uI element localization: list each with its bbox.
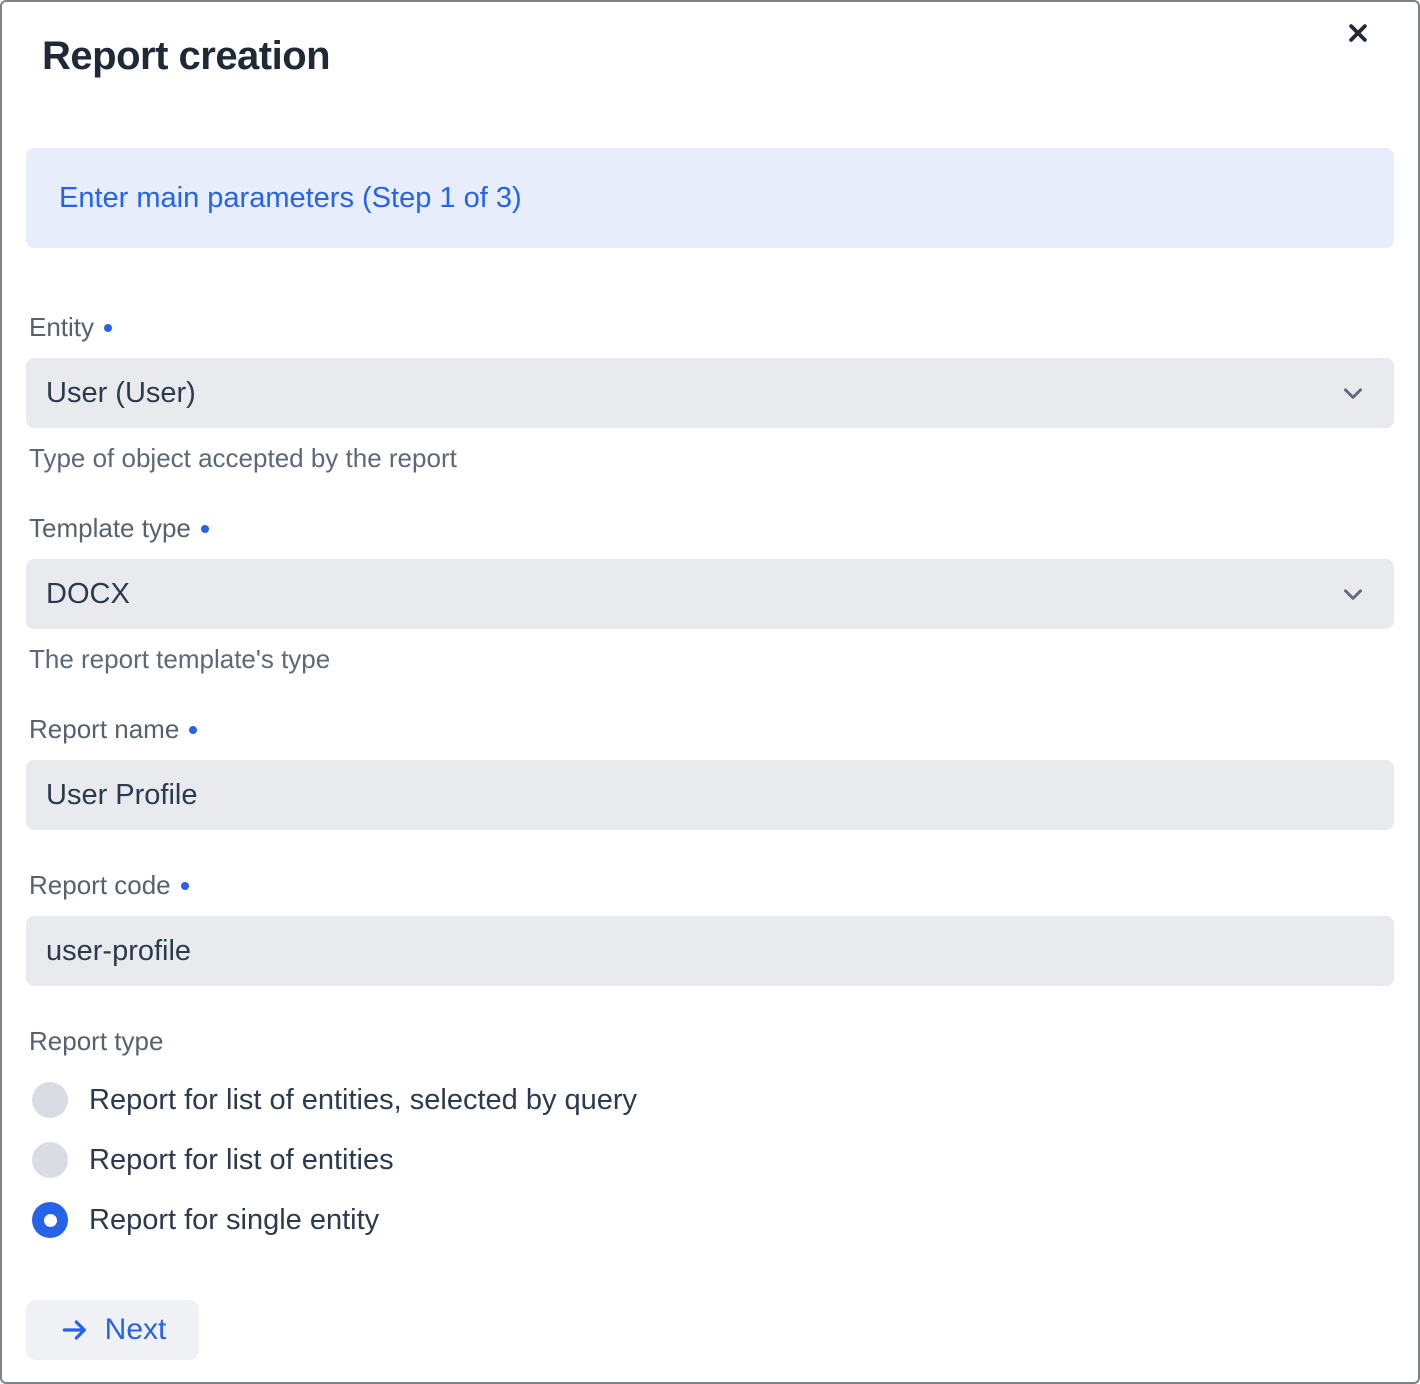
close-button[interactable] bbox=[1332, 8, 1384, 60]
radio-option-label: Report for single entity bbox=[89, 1204, 379, 1237]
report-code-field-section: Report code user-profile bbox=[26, 870, 1394, 986]
radio-button-icon bbox=[32, 1202, 68, 1238]
dialog-title: Report creation bbox=[42, 32, 1394, 80]
next-button-label: Next bbox=[105, 1313, 167, 1347]
template-type-label: Template type bbox=[29, 513, 1394, 543]
close-icon bbox=[1343, 18, 1373, 51]
entity-helper-text: Type of object accepted by the report bbox=[29, 443, 1394, 473]
chevron-down-icon bbox=[1338, 378, 1368, 408]
entity-label-text: Entity bbox=[29, 312, 94, 342]
template-type-select[interactable]: DOCX bbox=[26, 559, 1394, 629]
report-name-input-value: User Profile bbox=[46, 779, 1368, 812]
entity-field-section: Entity User (User) Type of object accept… bbox=[26, 312, 1394, 473]
required-indicator bbox=[201, 525, 209, 533]
entity-select[interactable]: User (User) bbox=[26, 358, 1394, 428]
entity-select-value: User (User) bbox=[46, 377, 1338, 410]
radio-button-icon bbox=[32, 1082, 68, 1118]
radio-option-label: Report for list of entities bbox=[89, 1144, 394, 1177]
template-type-field-section: Template type DOCX The report template's… bbox=[26, 513, 1394, 674]
report-creation-dialog: Report creation Enter main parameters (S… bbox=[0, 0, 1420, 1384]
entity-label: Entity bbox=[29, 312, 1394, 342]
report-name-label: Report name bbox=[29, 714, 1394, 744]
required-indicator bbox=[104, 324, 112, 332]
report-code-label: Report code bbox=[29, 870, 1394, 900]
template-type-helper-text: The report template's type bbox=[29, 644, 1394, 674]
radio-option-list-of-entities[interactable]: Report for list of entities bbox=[26, 1130, 1394, 1190]
required-indicator bbox=[189, 726, 197, 734]
template-type-label-text: Template type bbox=[29, 513, 191, 543]
dialog-header: Report creation bbox=[26, 2, 1394, 80]
radio-option-single-entity[interactable]: Report for single entity bbox=[26, 1190, 1394, 1250]
report-code-input-value: user-profile bbox=[46, 935, 1368, 968]
required-indicator bbox=[181, 882, 189, 890]
chevron-down-icon bbox=[1338, 579, 1368, 609]
step-banner-text: Enter main parameters (Step 1 of 3) bbox=[59, 182, 522, 215]
template-type-select-value: DOCX bbox=[46, 578, 1338, 611]
report-type-group-label: Report type bbox=[29, 1026, 1394, 1056]
radio-option-list-by-query[interactable]: Report for list of entities, selected by… bbox=[26, 1070, 1394, 1130]
report-code-input[interactable]: user-profile bbox=[26, 916, 1394, 986]
report-name-field-section: Report name User Profile bbox=[26, 714, 1394, 830]
report-name-label-text: Report name bbox=[29, 714, 179, 744]
next-button[interactable]: Next bbox=[26, 1300, 199, 1360]
report-name-input[interactable]: User Profile bbox=[26, 760, 1394, 830]
radio-option-label: Report for list of entities, selected by… bbox=[89, 1084, 637, 1117]
step-banner: Enter main parameters (Step 1 of 3) bbox=[26, 148, 1394, 248]
arrow-right-icon bbox=[59, 1314, 91, 1346]
report-code-label-text: Report code bbox=[29, 870, 171, 900]
report-type-group: Report type Report for list of entities,… bbox=[26, 1026, 1394, 1250]
radio-button-icon bbox=[32, 1142, 68, 1178]
